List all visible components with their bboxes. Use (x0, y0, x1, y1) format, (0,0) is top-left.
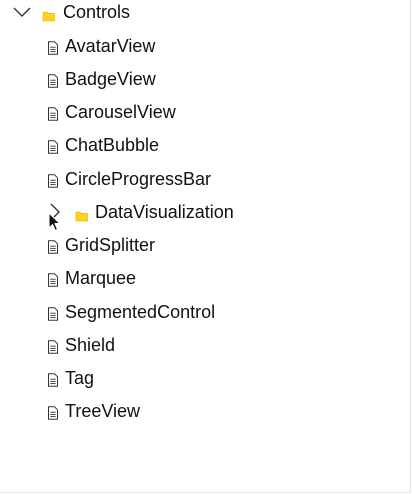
tree-node-datavisualization[interactable]: DataVisualization (75, 198, 234, 226)
tree-node-label: DataVisualization (95, 201, 234, 222)
document-icon (47, 172, 59, 188)
tree-node-controls[interactable]: Controls (42, 0, 130, 26)
tree-node-badgeview[interactable]: BadgeView (47, 65, 156, 93)
tree-node-label: Controls (63, 1, 131, 22)
tree-node-treeview[interactable]: TreeView (47, 397, 140, 425)
tree-node-label: SegmentedControl (65, 301, 216, 322)
tree-node-carouselview[interactable]: CarouselView (47, 98, 176, 126)
chevron-down-icon[interactable] (11, 1, 33, 23)
document-icon (47, 39, 59, 55)
folder-open-icon (42, 6, 56, 22)
document-icon (47, 238, 59, 254)
tree-node-chatbubble[interactable]: ChatBubble (47, 131, 159, 159)
document-icon (47, 271, 59, 287)
document-icon (47, 138, 59, 154)
tree-node-label: TreeView (65, 400, 141, 421)
document-icon (47, 105, 59, 121)
document-icon (47, 72, 59, 88)
tree-node-label: Tag (65, 367, 95, 388)
tree-node-label: AvatarView (65, 35, 156, 56)
document-icon (47, 404, 59, 420)
tree-node-label: ChatBubble (65, 134, 160, 155)
document-icon (47, 305, 59, 321)
tree-node-circleprogressbar[interactable]: CircleProgressBar (47, 165, 211, 193)
tree-node-label: Shield (65, 334, 116, 355)
tree-node-tag[interactable]: Tag (47, 364, 94, 392)
tree-node-avatarview[interactable]: AvatarView (47, 32, 155, 60)
tree-node-label: CircleProgressBar (65, 168, 212, 189)
document-icon (47, 371, 59, 387)
tree-node-label: CarouselView (65, 101, 176, 122)
folder-icon (75, 206, 89, 222)
tree-node-segmentedcontrol[interactable]: SegmentedControl (47, 298, 215, 326)
tree-node-marquee[interactable]: Marquee (47, 264, 136, 292)
document-icon (47, 338, 59, 354)
tree-node-shield[interactable]: Shield (47, 331, 115, 359)
tree-node-label: BadgeView (65, 68, 156, 89)
tree-node-gridsplitter[interactable]: GridSplitter (47, 231, 155, 259)
tree-node-label: Marquee (65, 267, 137, 288)
mouse-cursor-icon (48, 212, 62, 232)
tree-node-label: GridSplitter (65, 234, 156, 255)
